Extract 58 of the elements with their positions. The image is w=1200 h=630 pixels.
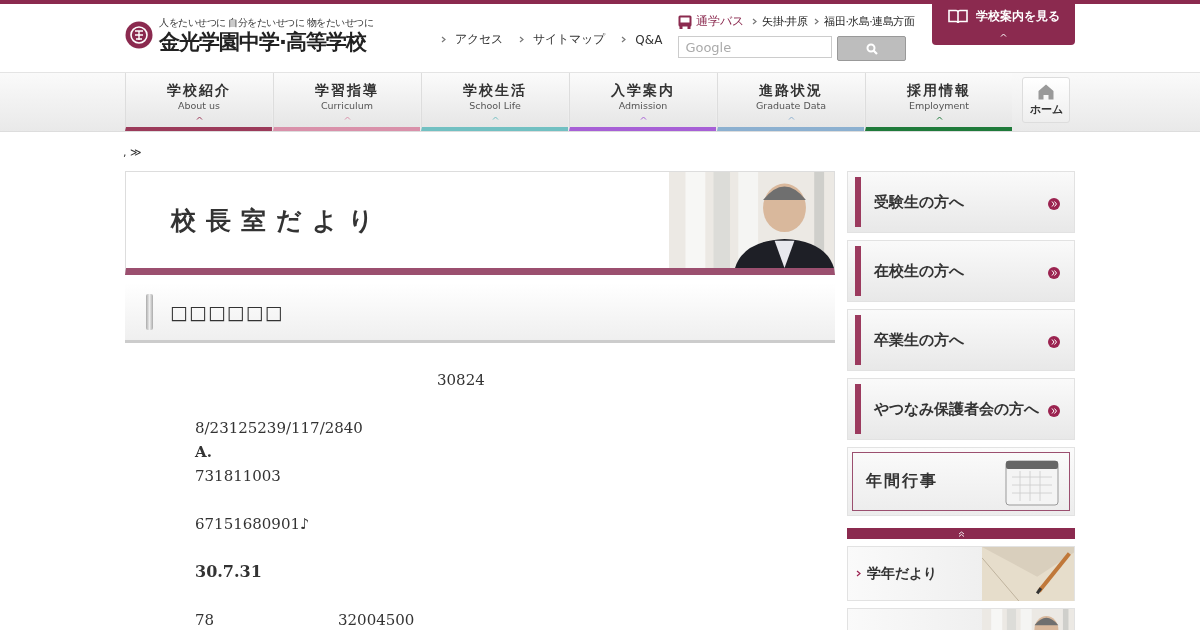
house-icon bbox=[1038, 83, 1054, 100]
article-text: 32004500 bbox=[338, 610, 415, 630]
nav-tab[interactable]: 進路状況 Graduate Data bbox=[717, 73, 864, 131]
chevron-icon bbox=[519, 36, 525, 43]
caret-icon bbox=[195, 116, 203, 120]
caret-icon bbox=[787, 116, 795, 120]
section-heading: □□□□□□ bbox=[170, 300, 284, 323]
chevron-icon bbox=[856, 570, 861, 577]
chevron-icon bbox=[621, 36, 627, 43]
arrow-circle-icon bbox=[1048, 198, 1060, 210]
breadcrumb: , ≫ bbox=[123, 146, 143, 161]
caret-icon bbox=[1000, 33, 1007, 37]
bus-link[interactable]: 通学バス bbox=[696, 13, 745, 30]
school-emblem-icon bbox=[125, 21, 153, 49]
chevron-icon bbox=[814, 18, 820, 25]
article-text: A. bbox=[195, 442, 213, 463]
double-caret-icon bbox=[957, 530, 965, 537]
bus-route-link[interactable]: 福田·水島·連島方面 bbox=[814, 14, 915, 29]
caret-icon bbox=[935, 116, 943, 120]
article-heading: 30.7.31 bbox=[195, 561, 263, 583]
chevron-icon bbox=[441, 36, 447, 43]
book-icon bbox=[947, 9, 968, 24]
header-link[interactable]: サイトマップ bbox=[519, 31, 606, 48]
caret-icon bbox=[491, 116, 499, 120]
school-name[interactable]: 金光学園中学·高等学校 bbox=[159, 30, 374, 54]
nav-tab[interactable]: 学校生活 School Life bbox=[421, 73, 568, 131]
search-icon bbox=[865, 42, 878, 55]
article-text: 78 bbox=[195, 610, 216, 630]
nav-tab[interactable]: 採用情報 Employment bbox=[865, 73, 1012, 131]
arrow-circle-icon bbox=[1048, 336, 1060, 348]
bus-route-link[interactable]: 矢掛·井原 bbox=[752, 14, 808, 29]
sidebar-link[interactable]: 卒業生の方へ bbox=[847, 309, 1075, 371]
article-text: 731811003 bbox=[195, 466, 282, 487]
search-button[interactable] bbox=[837, 36, 907, 61]
article-text: 30824 bbox=[436, 370, 486, 391]
caret-icon bbox=[343, 116, 351, 120]
arrow-circle-icon bbox=[1048, 267, 1060, 279]
nav-tab[interactable]: 学校紹介 About us bbox=[125, 73, 272, 131]
heading-marker bbox=[146, 293, 153, 330]
search-field[interactable]: Google bbox=[678, 36, 833, 58]
nav-tab[interactable]: 学習指導 Curriculum bbox=[273, 73, 420, 131]
feature-link[interactable]: 学年だより bbox=[847, 546, 1075, 601]
sidebar-link[interactable]: 受験生の方へ bbox=[847, 171, 1075, 233]
arrow-circle-icon bbox=[1048, 405, 1060, 417]
calendar-banner[interactable]: 年間行事 bbox=[847, 447, 1075, 516]
chevron-icon bbox=[752, 18, 758, 25]
home-button[interactable]: ホーム bbox=[1022, 77, 1070, 123]
tagline: 人をたいせつに 自分をたいせつに 物をたいせつに bbox=[159, 16, 374, 30]
caret-icon bbox=[639, 116, 647, 120]
sidebar-link[interactable]: やつなみ保護者会の方へ bbox=[847, 378, 1075, 440]
header-link[interactable]: アクセス bbox=[441, 31, 504, 48]
article-text: 8/23125239/117/2840 bbox=[195, 418, 364, 439]
article-text: 67151680901♪ bbox=[195, 514, 311, 535]
banner-title: 校長室だより bbox=[171, 204, 384, 237]
sidebar-link[interactable]: 在校生の方へ bbox=[847, 240, 1075, 302]
nav-tab[interactable]: 入学案内 Admission bbox=[569, 73, 716, 131]
bus-icon bbox=[678, 14, 693, 29]
header-link[interactable]: Q&A bbox=[621, 31, 663, 48]
